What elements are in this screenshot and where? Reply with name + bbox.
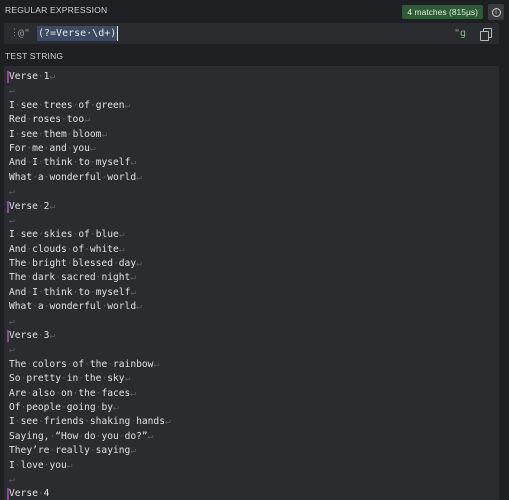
test-string-label: TEST STRING [5,51,64,61]
test-line: So·pretty·in·the·sky↵ [9,373,131,385]
copy-icon[interactable] [480,28,492,41]
regex-delimiter: @" [18,28,31,39]
test-line: ↵ [9,214,15,226]
regex-input-bar[interactable]: ⋮ @" (?=Verse·\d+) "g [4,23,499,44]
test-line: And·I·think·to·myself↵ [9,157,137,169]
test-line: The·colors·of·the·rainbow↵ [9,358,160,370]
test-line: I·love·you↵ [9,459,73,471]
match-line: Verse·3↵ [7,329,171,343]
regex-flags[interactable]: "g [454,23,466,44]
test-line: ↵ [9,85,15,97]
regex-pattern-input[interactable]: (?=Verse·\d+) [37,26,119,41]
test-line: Of·people·going·by↵ [9,401,119,413]
info-icon: i [491,7,501,17]
test-line: ↵ [9,344,15,356]
test-line: And·clouds·of·white↵ [9,243,125,255]
test-line: ↵ [9,315,15,327]
match-line: Verse·4 [7,487,171,500]
test-line: Are·also·on·the·faces↵ [9,387,137,399]
test-line: For·me·and·you↵ [9,142,96,154]
test-line: What·a·wonderful·world↵ [9,301,142,313]
info-button[interactable]: i [488,4,504,20]
test-line: What·a·wonderful·world↵ [9,171,142,183]
test-line: Saying,·“How·do·you·do?”↵ [9,430,154,442]
test-line: I·see·trees·of·green↵ [9,99,131,111]
regex-section-label: REGULAR EXPRESSION [5,5,108,15]
test-line: ↵ [9,186,15,198]
test-line: I·see·skies·of·blue↵ [9,229,125,241]
test-line: Red·roses·too↵ [9,114,90,126]
test-line: ↵ [9,473,15,485]
test-line: The·dark·sacred·night↵ [9,272,137,284]
test-line: They’re·really·saying↵ [9,445,137,457]
match-line: Verse·2↵ [7,200,171,214]
match-count-badge[interactable]: 4 matches (815µs) [402,5,483,19]
test-line: I·see·them·bloom↵ [9,128,108,140]
match-line: Verse·1↵ [7,70,171,84]
test-line: And·I·think·to·myself↵ [9,286,137,298]
test-line: The·bright·blessed·day↵ [9,258,142,270]
test-string-lines: Verse·1↵ ↵ I·see·trees·of·green↵ Red·roses·… [7,70,171,500]
test-string-editor[interactable]: Verse·1↵ ↵ I·see·trees·of·green↵ Red·roses·… [4,66,499,500]
flags-value: g [459,28,466,39]
test-line: I·see·friends·shaking·hands↵ [9,416,171,428]
